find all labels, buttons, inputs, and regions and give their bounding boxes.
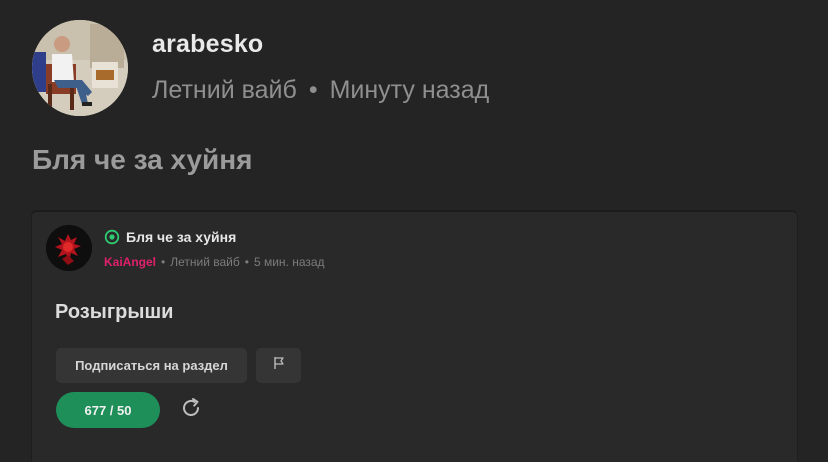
embedded-post-card[interactable]: Бля че за хуйня KaiAngel • Летний вайб • 5 м… — [31, 210, 798, 462]
embed-category[interactable]: Летний вайб — [170, 255, 240, 269]
post-page: arabesko Летний вайб • Минуту назад Бля че… — [0, 0, 828, 462]
embed-author-avatar[interactable] — [46, 225, 92, 271]
embed-time: 5 мин. назад — [253, 255, 325, 269]
report-button[interactable] — [256, 348, 301, 383]
refresh-button[interactable] — [178, 397, 204, 423]
target-icon — [104, 229, 120, 245]
embed-meta: KaiAngel • Летний вайб • 5 мин. назад — [104, 255, 325, 269]
post-title: Бля че за хуйня — [32, 144, 253, 175]
embed-title[interactable]: Бля че за хуйня — [126, 229, 236, 245]
post-category[interactable]: Летний вайб — [152, 76, 297, 104]
meta-separator: • — [244, 255, 249, 269]
meta-separator: • — [308, 76, 318, 104]
embed-title-row: Бля че за хуйня — [104, 229, 236, 245]
post-username[interactable]: arabesko — [152, 30, 263, 59]
user-avatar[interactable] — [32, 20, 128, 116]
post-time: Минуту назад — [329, 76, 490, 104]
embed-author-name[interactable]: KaiAngel — [104, 255, 156, 269]
refresh-icon — [179, 396, 203, 425]
counter-button[interactable]: 677 / 50 — [56, 392, 160, 428]
post-meta: Летний вайб • Минуту назад — [152, 76, 489, 105]
subscribe-button[interactable]: Подписаться на раздел — [56, 348, 247, 383]
meta-separator: • — [161, 255, 166, 269]
flag-icon — [272, 356, 286, 375]
section-heading: Розыгрыши — [55, 301, 174, 323]
